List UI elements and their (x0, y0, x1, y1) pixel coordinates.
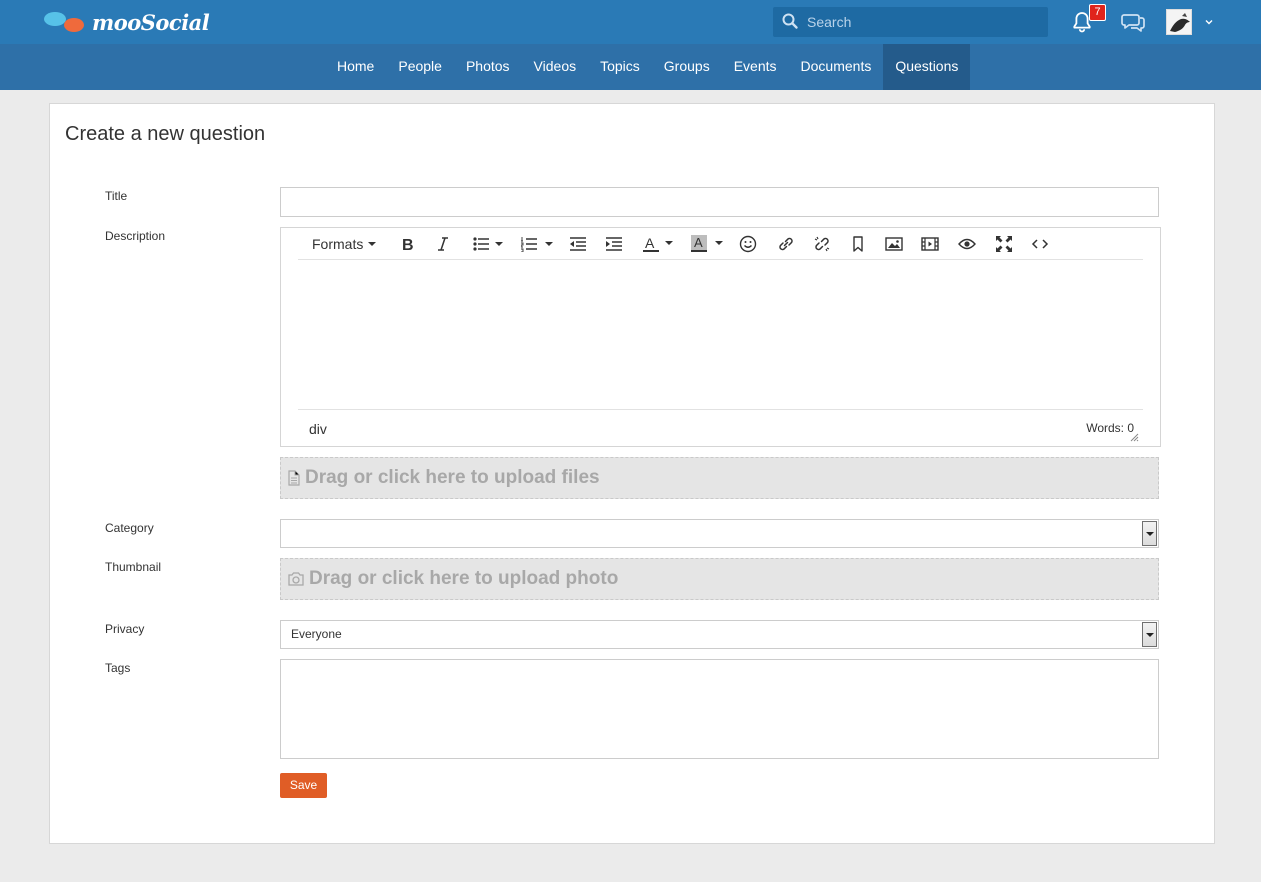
numbered-list-icon (521, 237, 553, 252)
search-icon (782, 13, 798, 29)
top-bar: mooSocial 7 (0, 0, 1261, 44)
editor-content-area[interactable] (298, 260, 1143, 410)
title-label: Title (105, 189, 128, 203)
tags-label: Tags (105, 661, 131, 675)
source-code-button[interactable] (1031, 235, 1049, 253)
editor-path[interactable]: div (309, 421, 327, 437)
text-color-icon: A (643, 235, 673, 252)
eye-icon (958, 238, 976, 250)
outdent-icon (570, 237, 586, 251)
nav-home[interactable]: Home (325, 44, 386, 90)
italic-icon (438, 237, 448, 251)
camera-icon (288, 572, 304, 586)
avatar-image-icon (1167, 10, 1191, 34)
formats-caret-icon (368, 242, 377, 246)
user-menu-chevron-icon[interactable] (1204, 17, 1214, 27)
svg-text:A: A (645, 235, 655, 251)
main-navigation: Home People Photos Videos Topics Groups … (0, 44, 1261, 90)
file-upload-dropzone[interactable]: Drag or click here to upload files (280, 457, 1159, 499)
text-color-button[interactable]: A (643, 235, 675, 253)
nav-documents[interactable]: Documents (789, 44, 884, 90)
privacy-dropdown-arrow-icon[interactable] (1142, 622, 1157, 647)
nav-groups[interactable]: Groups (652, 44, 722, 90)
messages-icon[interactable] (1120, 10, 1146, 34)
nav-videos[interactable]: Videos (522, 44, 589, 90)
nav-questions[interactable]: Questions (883, 44, 971, 90)
link-icon (779, 237, 793, 251)
tags-input[interactable] (280, 659, 1159, 759)
word-count: Words: 0 (1086, 421, 1134, 435)
background-color-button[interactable]: A (691, 235, 725, 253)
svg-text:B: B (402, 237, 414, 252)
indent-button[interactable] (605, 235, 622, 253)
logo-text: mooSocial (92, 9, 210, 35)
photo-upload-text: Drag or click here to upload photo (309, 568, 619, 589)
file-icon (288, 470, 300, 486)
code-icon (1031, 239, 1049, 249)
emoticon-button[interactable] (739, 235, 757, 253)
formats-dropdown[interactable]: Formats (312, 235, 378, 253)
logo-bubbles-icon (42, 9, 88, 35)
background-color-icon: A (691, 235, 723, 252)
photo-upload-dropzone[interactable]: Drag or click here to upload photo (280, 558, 1159, 600)
privacy-select[interactable]: Everyone (280, 620, 1159, 649)
category-select[interactable] (280, 519, 1159, 548)
create-question-form: Create a new question Title Description … (49, 103, 1215, 844)
search-box (773, 7, 1048, 37)
thumbnail-label: Thumbnail (105, 560, 162, 574)
notification-count-badge[interactable]: 7 (1089, 4, 1106, 21)
description-editor: Formats B A A div Words: 0 (280, 227, 1161, 447)
nav-people[interactable]: People (386, 44, 454, 90)
remove-link-button[interactable] (813, 235, 831, 253)
save-button[interactable]: Save (280, 773, 327, 798)
fullscreen-button[interactable] (995, 235, 1013, 253)
outdent-button[interactable] (569, 235, 586, 253)
fullscreen-icon (996, 236, 1012, 252)
page-title: Create a new question (65, 123, 266, 145)
bold-icon: B (402, 237, 414, 252)
resize-handle-icon[interactable] (1130, 433, 1139, 442)
site-logo[interactable]: mooSocial (42, 8, 210, 36)
insert-image-button[interactable] (885, 235, 903, 253)
editor-toolbar: Formats B A A (298, 228, 1143, 260)
nav-events[interactable]: Events (722, 44, 789, 90)
file-upload-text: Drag or click here to upload files (305, 467, 600, 488)
svg-text:A: A (694, 235, 703, 250)
insert-link-button[interactable] (777, 235, 795, 253)
bullet-list-icon (473, 237, 503, 251)
description-label: Description (105, 229, 166, 243)
search-input[interactable] (807, 7, 1043, 37)
italic-button[interactable] (436, 235, 450, 253)
user-avatar[interactable] (1166, 9, 1192, 35)
bookmark-button[interactable] (851, 235, 865, 253)
insert-video-button[interactable] (921, 235, 939, 253)
category-dropdown-arrow-icon[interactable] (1142, 521, 1157, 546)
bold-button[interactable]: B (400, 235, 414, 253)
preview-button[interactable] (958, 235, 976, 253)
title-input[interactable] (280, 187, 1159, 217)
bullet-list-button[interactable] (473, 235, 505, 253)
image-icon (885, 237, 903, 251)
category-label: Category (105, 521, 154, 535)
smiley-icon (739, 235, 757, 253)
nav-topics[interactable]: Topics (588, 44, 652, 90)
formats-label: Formats (312, 236, 364, 252)
video-icon (921, 237, 939, 251)
bookmark-icon (853, 236, 863, 252)
privacy-value: Everyone (291, 627, 342, 641)
nav-photos[interactable]: Photos (454, 44, 522, 90)
privacy-label: Privacy (105, 622, 145, 636)
unlink-icon (814, 236, 830, 252)
numbered-list-button[interactable] (521, 235, 555, 253)
indent-icon (606, 237, 622, 251)
